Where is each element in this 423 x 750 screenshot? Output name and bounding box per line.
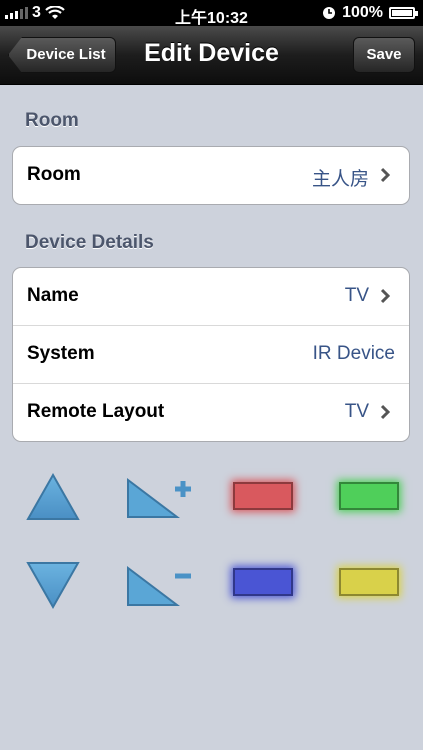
navigation-bar: Device List Edit Device Save (0, 26, 423, 85)
remote-layout-row-value: TV (344, 401, 369, 422)
name-row-label: Name (27, 285, 79, 306)
channel-down-button[interactable] (25, 560, 81, 610)
red-button[interactable] (233, 482, 293, 510)
room-row-label: Room (27, 164, 81, 185)
volume-down-button[interactable] (125, 562, 195, 608)
chevron-right-icon (380, 167, 391, 183)
room-section-header: Room (25, 110, 79, 131)
system-row-label: System (27, 343, 95, 364)
chevron-right-icon (380, 288, 391, 304)
green-button[interactable] (339, 482, 399, 510)
room-group: Room 主人房 (12, 146, 410, 205)
name-row-value: TV (344, 285, 369, 306)
status-bar: 3 上午10:32 100% (0, 0, 423, 27)
device-details-group: Name TV System IR Device Remote Layout T… (12, 267, 410, 442)
remote-layout-row-label: Remote Layout (27, 401, 165, 422)
channel-up-button[interactable] (25, 472, 81, 522)
system-row: System IR Device (13, 326, 409, 384)
status-right: 100% (322, 4, 418, 22)
battery-percent: 100% (342, 4, 383, 21)
room-row-value: 主人房 (311, 169, 369, 190)
device-details-section-header: Device Details (25, 232, 154, 253)
room-row[interactable]: Room 主人房 (13, 147, 409, 204)
battery-icon (389, 7, 418, 19)
yellow-button[interactable] (339, 568, 399, 596)
remote-layout-row[interactable]: Remote Layout TV (13, 384, 409, 441)
system-row-value: IR Device (312, 343, 395, 364)
save-button[interactable]: Save (353, 37, 415, 73)
blue-button[interactable] (233, 568, 293, 596)
chevron-right-icon (380, 404, 391, 420)
name-row[interactable]: Name TV (13, 268, 409, 326)
rotation-lock-icon (323, 7, 336, 19)
volume-up-button[interactable] (125, 474, 195, 520)
